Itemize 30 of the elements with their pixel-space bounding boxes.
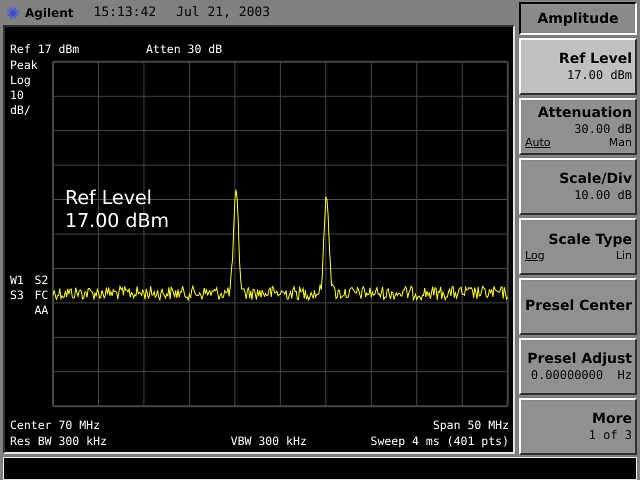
scale-label: dB/ (10, 103, 32, 118)
center-frequency-readout: Center 70 MHz (10, 418, 100, 433)
trace-status-label: AA (34, 303, 48, 318)
trace-status-label: FC (34, 288, 48, 303)
span-readout: Span 50 MHz (432, 418, 509, 433)
active-function-readout: Ref Level (65, 187, 153, 210)
softkey[interactable]: Presel Adjust 0.00000000 Hz (519, 338, 637, 395)
softkey[interactable]: Presel Center (519, 278, 637, 335)
sweep-readout: Sweep 4 ms (401 pts) (370, 434, 509, 449)
brand-name: Agilent (25, 6, 74, 20)
scale-label: 10 (10, 88, 25, 103)
starburst-logo-icon (6, 6, 20, 20)
clock-date: Jul 21, 2003 (176, 5, 270, 20)
softkey[interactable]: Attenuation 30.00 dB Auto Man (519, 98, 637, 155)
softkey[interactable]: Ref Level 17.00 dBm (519, 38, 637, 95)
scale-label: Log (10, 73, 32, 88)
softkey[interactable]: More 1 of 3 (519, 398, 637, 455)
reference-level-readout: Ref 17 dBm (10, 42, 80, 57)
scale-label: Peak (10, 58, 39, 73)
trace-status-label: S2 (34, 273, 48, 288)
menu-title: Amplitude (519, 2, 637, 35)
trace-status-label: S3 (10, 288, 24, 303)
resolution-bandwidth-readout: Res BW 300 kHz (10, 434, 107, 449)
softkey[interactable]: Scale Type Log Lin (519, 218, 637, 275)
softkey[interactable]: Scale/Div 10.00 dB (519, 158, 637, 215)
clock-time: 15:13:42 (94, 5, 156, 20)
video-bandwidth-readout: VBW 300 kHz (230, 434, 307, 449)
active-function-readout: 17.00 dBm (65, 210, 170, 233)
attenuation-readout: Atten 30 dB (146, 42, 222, 57)
trace-status-label: W1 (10, 273, 24, 288)
